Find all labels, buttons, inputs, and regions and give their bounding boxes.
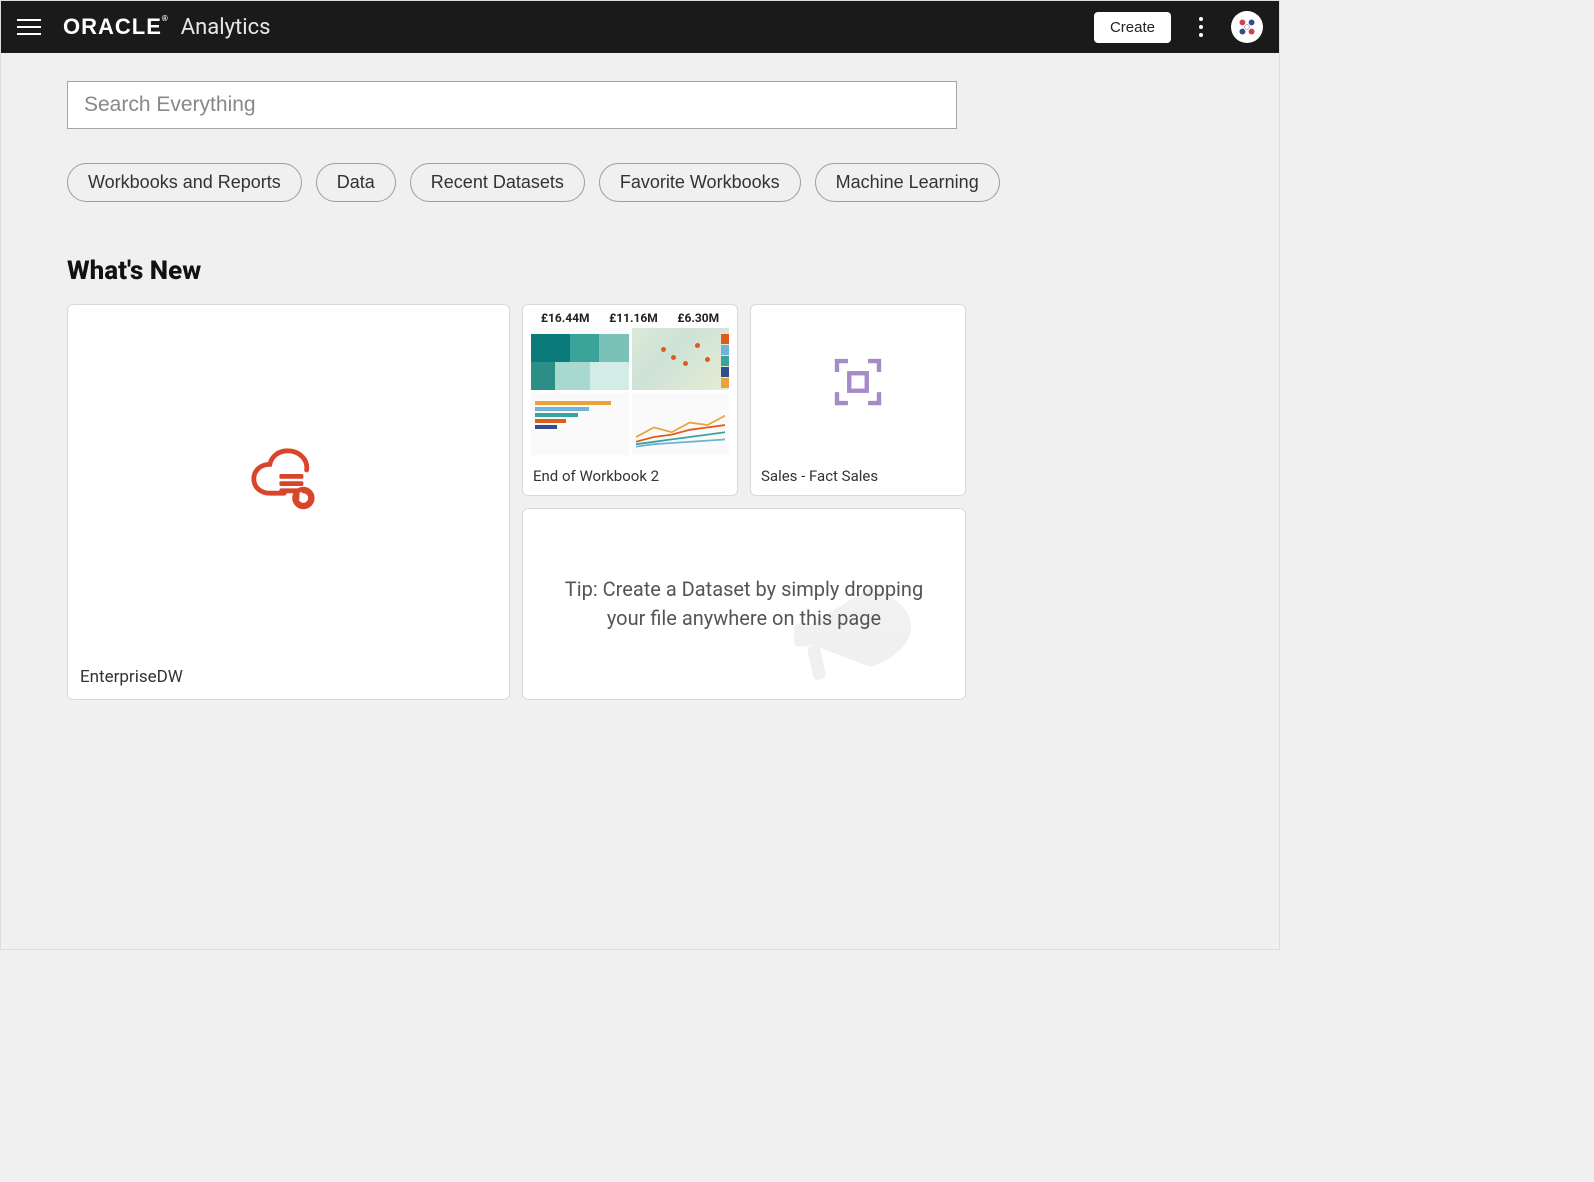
brand-logo: ORACLE®: [63, 14, 169, 40]
user-avatar[interactable]: [1231, 11, 1263, 43]
card-end-of-workbook-2[interactable]: £16.44M £11.16M £6.30M: [522, 304, 738, 496]
brand: ORACLE® Analytics: [63, 14, 270, 40]
tip-card: Tip: Create a Dataset by simply dropping…: [522, 508, 966, 700]
card-label: EnterpriseDW: [68, 659, 509, 699]
section-title-whats-new: What's New: [67, 256, 1213, 286]
tip-text: Tip: Create a Dataset by simply dropping…: [553, 575, 935, 633]
brand-subtitle: Analytics: [181, 15, 271, 40]
create-button[interactable]: Create: [1094, 12, 1171, 43]
more-menu-icon[interactable]: [1189, 15, 1213, 39]
app-header: ORACLE® Analytics Create: [1, 1, 1279, 53]
metric-value: £11.16M: [609, 311, 658, 325]
mini-line-chart: [632, 393, 730, 455]
whats-new-grid: EnterpriseDW £16.44M £11.16M £6.30M: [67, 304, 967, 700]
hamburger-menu-icon[interactable]: [17, 13, 45, 41]
metric-value: £16.44M: [541, 311, 590, 325]
mini-map: [632, 328, 730, 390]
page-content: Workbooks and Reports Data Recent Datase…: [1, 53, 1279, 720]
card-label: End of Workbook 2: [523, 459, 737, 495]
pill-workbooks-reports[interactable]: Workbooks and Reports: [67, 163, 302, 202]
workbook-thumbnail: £16.44M £11.16M £6.30M: [523, 305, 737, 459]
card-enterprisedw[interactable]: EnterpriseDW: [67, 304, 510, 700]
filter-pills: Workbooks and Reports Data Recent Datase…: [67, 163, 1213, 202]
pill-recent-datasets[interactable]: Recent Datasets: [410, 163, 585, 202]
pill-favorite-workbooks[interactable]: Favorite Workbooks: [599, 163, 801, 202]
pill-machine-learning[interactable]: Machine Learning: [815, 163, 1000, 202]
mini-treemap: [531, 328, 629, 390]
card-label: Sales - Fact Sales: [751, 459, 965, 495]
dataset-icon: [830, 354, 886, 410]
search-input[interactable]: [67, 81, 957, 129]
cloud-database-icon: [249, 442, 329, 522]
card-sales-fact-sales[interactable]: Sales - Fact Sales: [750, 304, 966, 496]
metric-value: £6.30M: [677, 311, 719, 325]
pill-data[interactable]: Data: [316, 163, 396, 202]
mini-bar-chart: [531, 393, 629, 455]
